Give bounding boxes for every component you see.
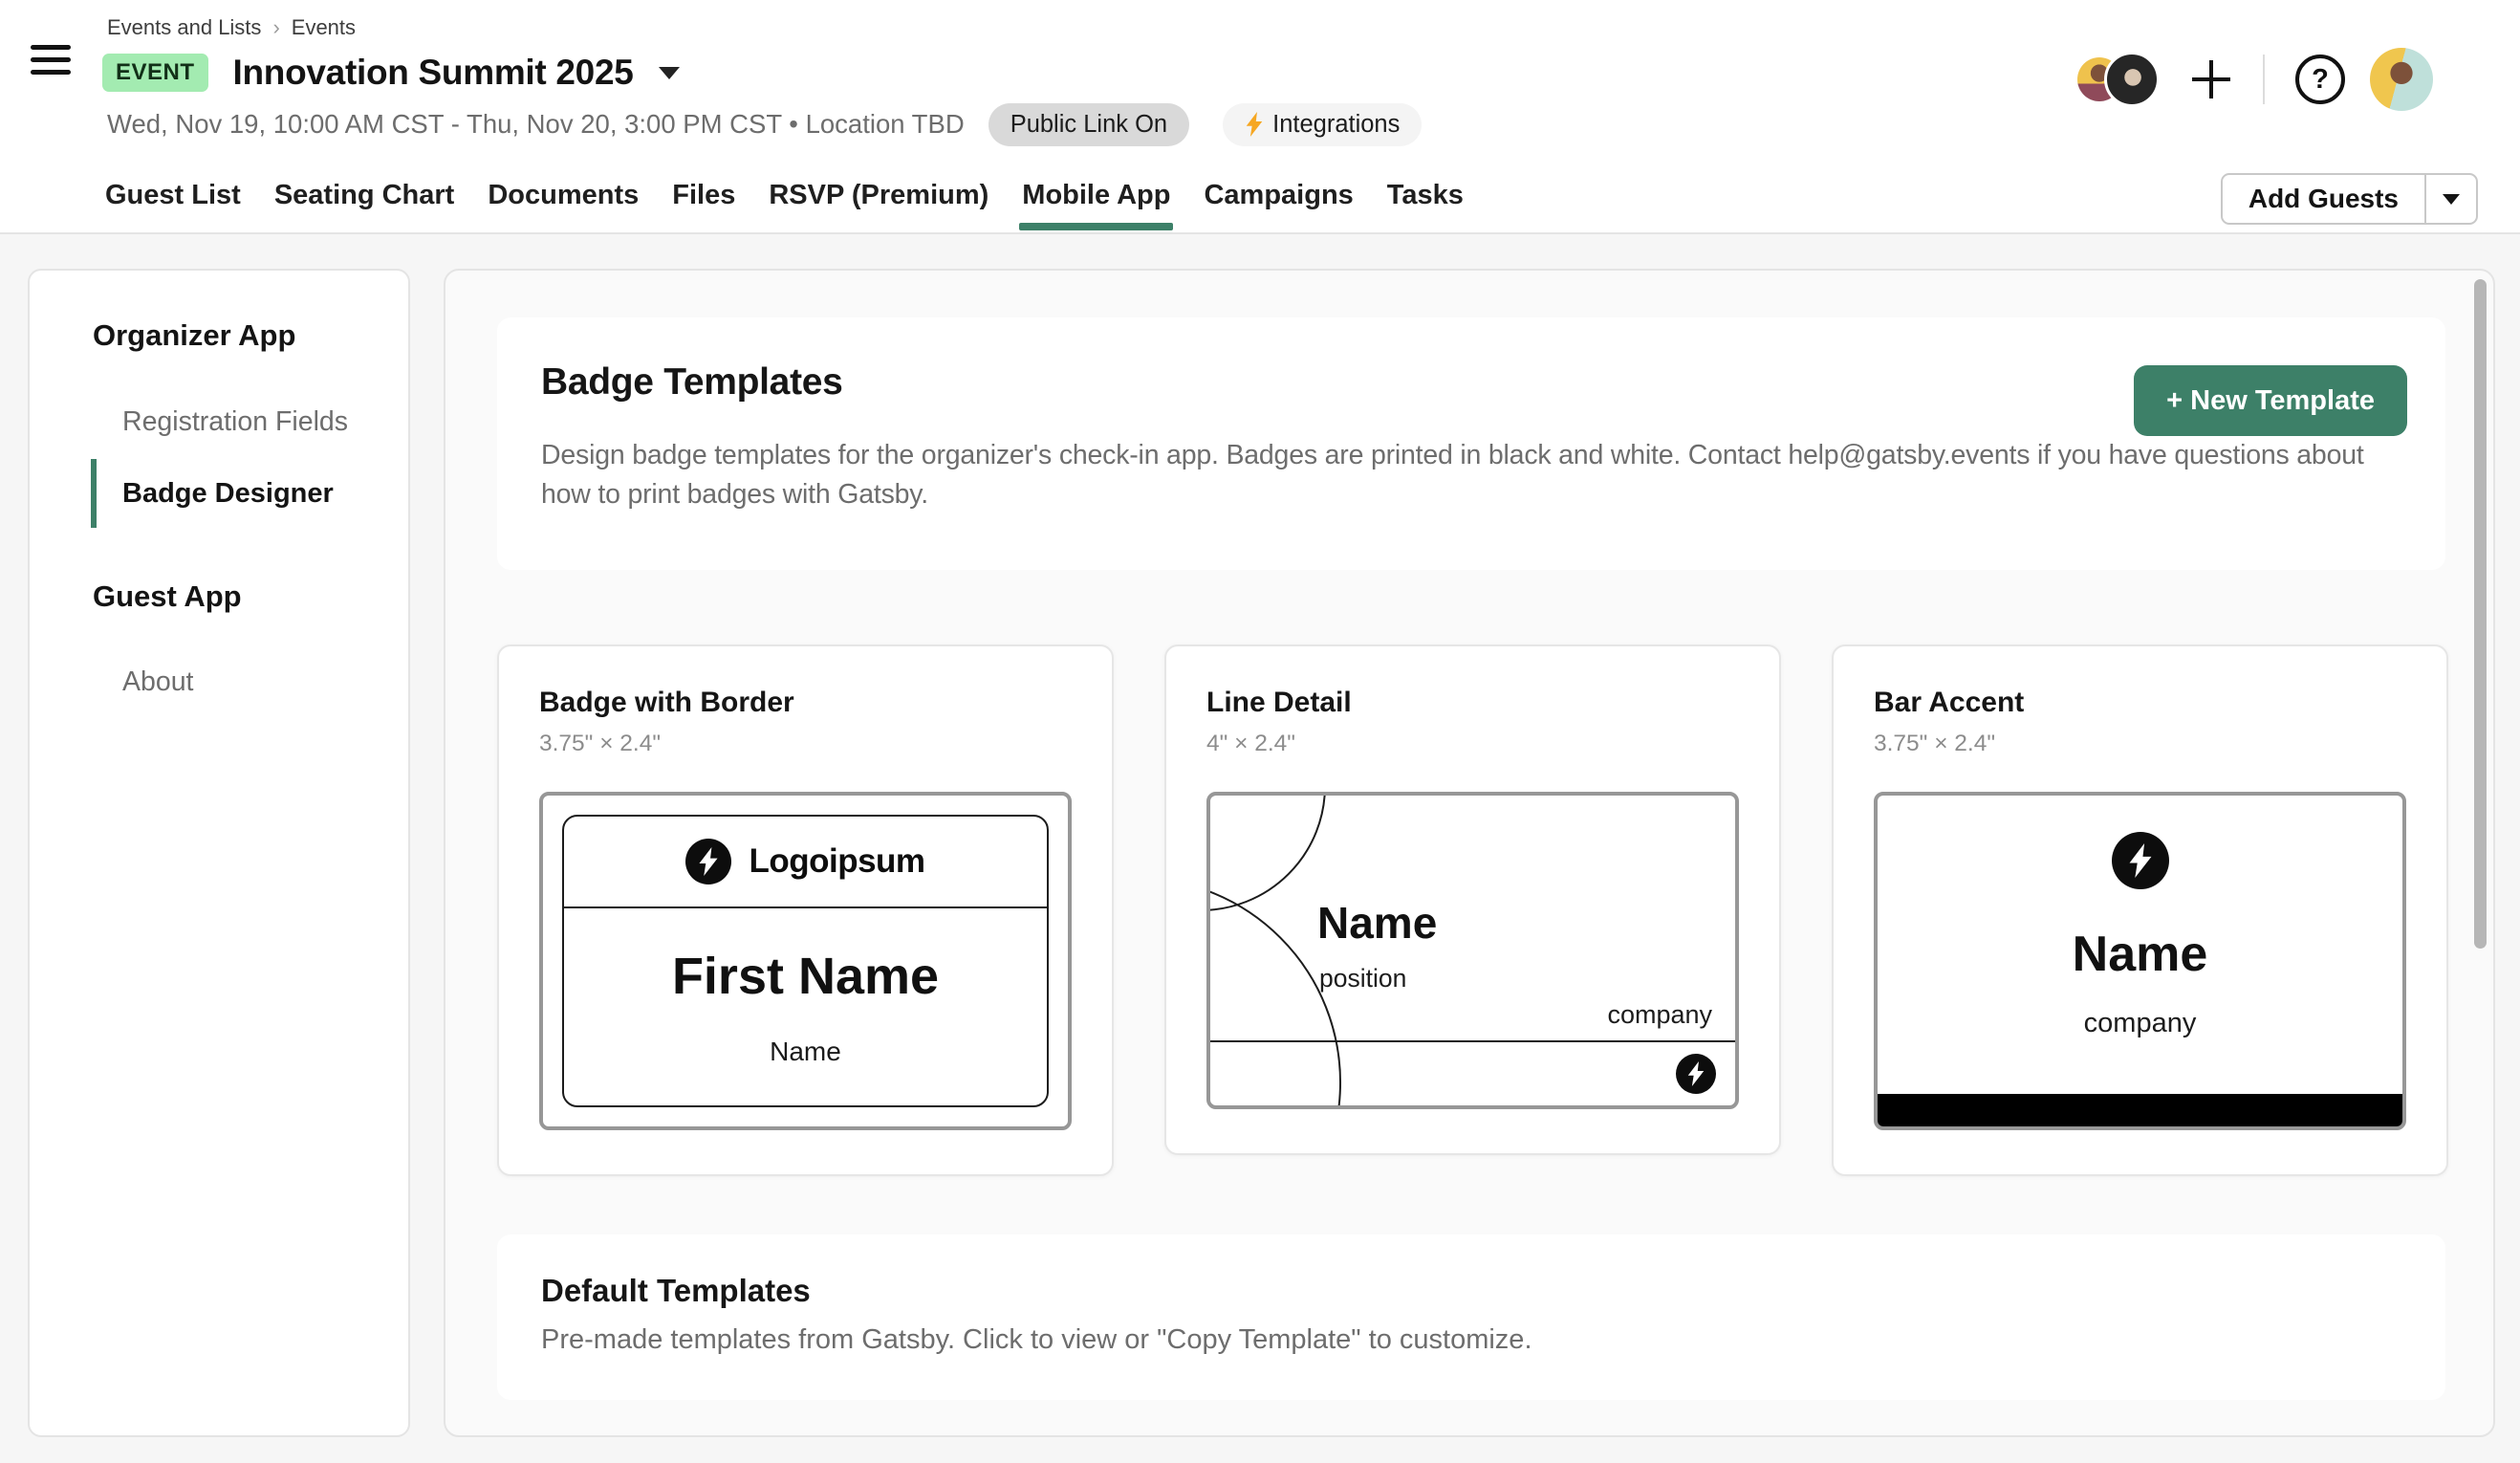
lightning-logo-icon	[698, 847, 719, 876]
default-templates-description: Pre-made templates from Gatsby. Click to…	[541, 1324, 2401, 1356]
badge-templates-description: Design badge templates for the organizer…	[541, 436, 2386, 514]
badge-first-name: First Name	[672, 947, 939, 1006]
template-size: 3.75" × 2.4"	[539, 731, 1072, 757]
badge-name: Name	[2073, 926, 2208, 983]
event-type-badge: EVENT	[102, 54, 208, 92]
badge-logo-section: Logoipsum	[564, 817, 1047, 908]
template-name: Line Detail	[1206, 687, 1739, 719]
logoipsum-logo	[685, 839, 731, 884]
badge-position: position	[1319, 964, 1406, 994]
badge-inner-border: Logoipsum First Name Name	[562, 815, 1049, 1107]
badge-company: company	[2084, 1008, 2197, 1039]
event-switcher-caret-icon[interactable]	[659, 67, 680, 79]
decorative-arcs	[1210, 796, 1735, 1105]
badge-designer-page: Events and Lists › Events EVENT Innovati…	[0, 0, 2520, 1463]
sidebar-item-label: Badge Designer	[122, 478, 334, 509]
lightning-logo-icon	[1687, 1061, 1705, 1086]
chevron-down-icon	[2443, 194, 2460, 205]
tab-tasks[interactable]: Tasks	[1384, 180, 1466, 232]
sidebar-item-registration-fields[interactable]: Registration Fields	[30, 403, 408, 441]
scrollbar-thumb[interactable]	[2474, 279, 2487, 949]
badge-name: Name	[1317, 897, 1437, 949]
sidebar-item-about[interactable]: About	[30, 663, 408, 701]
event-tabs: Guest List Seating Chart Documents Files…	[102, 180, 1466, 232]
logoipsum-logo	[2112, 832, 2169, 889]
page-title: Badge Templates	[541, 361, 2401, 404]
template-name: Badge with Border	[539, 687, 1072, 719]
badge-designer-panel: Badge Templates + New Template Design ba…	[444, 269, 2495, 1437]
template-name: Bar Accent	[1874, 687, 2406, 719]
add-collaborator-icon[interactable]	[2192, 60, 2230, 98]
add-guests-button[interactable]: Add Guests	[2221, 173, 2478, 225]
template-size: 3.75" × 2.4"	[1874, 731, 2406, 757]
sidebar-heading-organizer-app: Organizer App	[93, 271, 408, 355]
topbar-divider	[2263, 55, 2265, 104]
tab-seating-chart[interactable]: Seating Chart	[272, 180, 458, 232]
lightning-logo-icon	[2128, 843, 2153, 878]
accent-bar	[1878, 1094, 2402, 1126]
badge-name: Name	[770, 1037, 841, 1067]
event-dates: Wed, Nov 19, 10:00 AM CST - Thu, Nov 20,…	[107, 109, 965, 140]
event-title-row: EVENT Innovation Summit 2025	[102, 48, 680, 98]
event-title: Innovation Summit 2025	[233, 53, 634, 93]
new-template-button[interactable]: + New Template	[2134, 365, 2407, 436]
logoipsum-logo	[1676, 1054, 1716, 1094]
topbar-icons: ?	[2077, 47, 2433, 112]
help-icon[interactable]: ?	[2295, 55, 2345, 104]
template-card-badge-with-border[interactable]: Badge with Border 3.75" × 2.4" Logoipsum	[497, 644, 1114, 1176]
badge-preview: Name position company	[1206, 792, 1739, 1109]
tab-rsvp-premium[interactable]: RSVP (Premium)	[766, 180, 991, 232]
sidebar-item-badge-designer[interactable]: Badge Designer	[30, 474, 408, 513]
user-avatar[interactable]	[2370, 48, 2433, 111]
active-indicator	[91, 459, 97, 528]
tab-files[interactable]: Files	[669, 180, 738, 232]
breadcrumb-separator: ›	[272, 15, 279, 40]
menu-icon[interactable]	[31, 45, 71, 79]
breadcrumb-item-events[interactable]: Events	[292, 15, 356, 40]
topbar: Events and Lists › Events EVENT Innovati…	[0, 0, 2520, 234]
sidebar-heading-guest-app: Guest App	[93, 578, 408, 616]
badge-name-section: First Name Name	[564, 908, 1047, 1105]
badge-preview: Name company	[1874, 792, 2406, 1130]
add-guests-dropdown[interactable]	[2426, 175, 2476, 223]
template-card-bar-accent[interactable]: Bar Accent 3.75" × 2.4" Name company	[1832, 644, 2448, 1176]
lightning-icon	[1245, 112, 1264, 137]
badge-preview: Logoipsum First Name Name	[539, 792, 1072, 1130]
add-guests-label[interactable]: Add Guests	[2223, 175, 2424, 223]
tab-documents[interactable]: Documents	[485, 180, 641, 232]
mobile-app-sidebar: Organizer App Registration Fields Badge …	[28, 269, 410, 1437]
template-size: 4" × 2.4"	[1206, 731, 1739, 757]
integrations-pill-label: Integrations	[1272, 111, 1400, 139]
breadcrumb: Events and Lists › Events	[107, 15, 356, 40]
logo-text: Logoipsum	[749, 842, 924, 881]
badge-templates-header-card: Badge Templates + New Template Design ba…	[497, 317, 2445, 570]
integrations-pill[interactable]: Integrations	[1223, 103, 1422, 146]
public-link-pill[interactable]: Public Link On	[988, 103, 1189, 146]
tab-mobile-app[interactable]: Mobile App	[1019, 180, 1173, 232]
template-cards-row: Badge with Border 3.75" × 2.4" Logoipsum	[497, 644, 2448, 1176]
tab-campaigns[interactable]: Campaigns	[1201, 180, 1356, 232]
badge-divider-line	[1210, 1040, 1735, 1042]
badge-content: Name company	[1878, 796, 2402, 1126]
tab-guest-list[interactable]: Guest List	[102, 180, 244, 232]
template-card-line-detail[interactable]: Line Detail 4" × 2.4" Name position comp…	[1164, 644, 1781, 1155]
breadcrumb-item-events-and-lists[interactable]: Events and Lists	[107, 15, 261, 40]
default-templates-title: Default Templates	[541, 1273, 2401, 1309]
default-templates-card: Default Templates Pre-made templates fro…	[497, 1234, 2445, 1400]
event-meta-row: Wed, Nov 19, 10:00 AM CST - Thu, Nov 20,…	[107, 101, 1422, 147]
badge-company: company	[1607, 1000, 1712, 1030]
collaborator-avatar[interactable]	[2104, 52, 2160, 107]
